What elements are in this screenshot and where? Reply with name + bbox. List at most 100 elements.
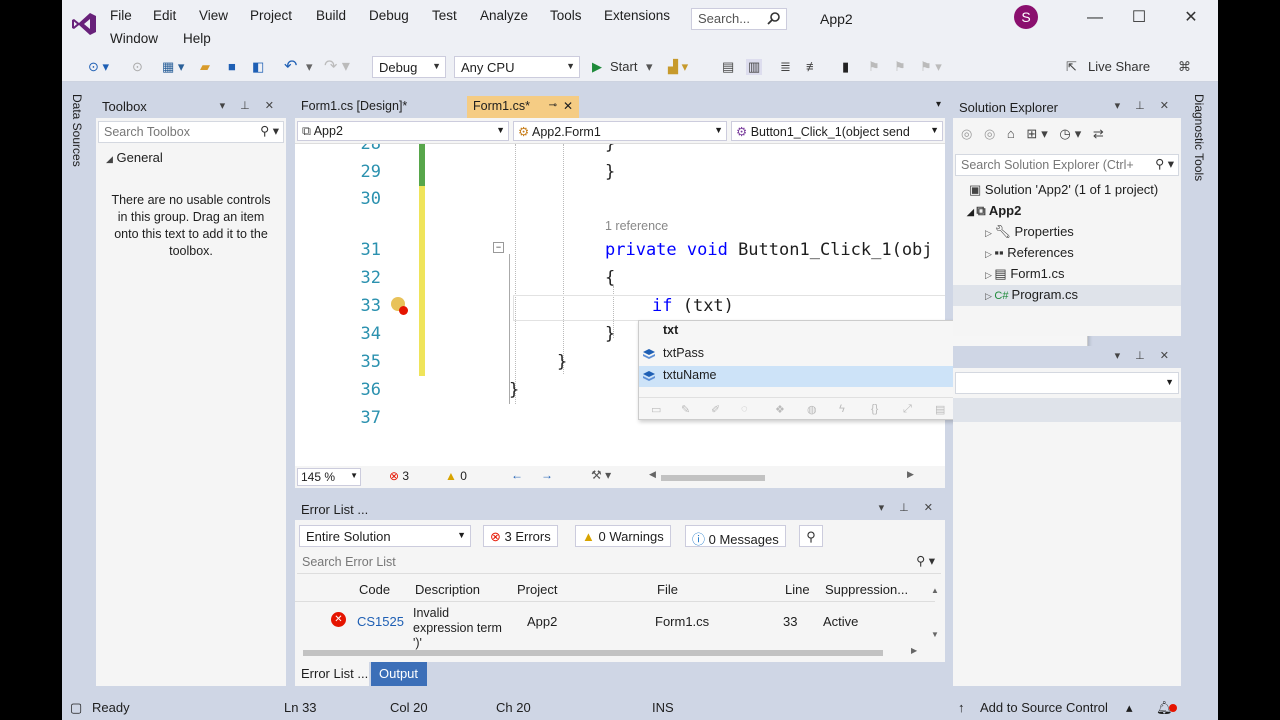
search-box[interactable]: Search... [691, 8, 787, 30]
configuration-dropdown[interactable]: Debug ▼ [372, 56, 446, 78]
tree-item-form1[interactable]: ▷ ▤ Form1.cs [985, 266, 1065, 282]
warning-indicator[interactable]: ▲ 0 [445, 469, 467, 483]
solution-search-input[interactable]: Search Solution Explorer (Ctrl+ ⚲ ▾ [955, 154, 1179, 176]
column-suppression[interactable]: Suppression... [825, 582, 908, 597]
error-code-link[interactable]: CS1525 [357, 614, 404, 629]
tab-form1-cs[interactable]: Form1.cs* ⊸ ✕ [467, 96, 579, 118]
bookmark-clear-icon[interactable]: ⚑ ▾ [920, 59, 942, 75]
filter-class-icon[interactable]: ❖ [775, 403, 785, 416]
project-dropdown[interactable]: ⧉ App2 ▼ [297, 121, 509, 141]
scroll-right-icon[interactable]: ▶ [911, 646, 917, 655]
filter-namespace-icon[interactable]: ▭ [651, 403, 661, 416]
panel-controls-icon[interactable]: ▾ ⊥ ✕ [220, 99, 280, 112]
menu-analyze[interactable]: Analyze [480, 8, 528, 23]
redo-icon[interactable]: ↷ ▾ [324, 56, 350, 76]
warnings-filter-button[interactable]: ▲ 0 Warnings [575, 525, 671, 547]
filter-module-icon[interactable]: ⤢ [903, 403, 912, 416]
collapse-icon[interactable]: − [493, 242, 504, 253]
undo-icon[interactable]: ↶ [284, 56, 297, 76]
errors-filter-button[interactable]: ⊗ 3 Errors [483, 525, 558, 547]
pin-icon[interactable]: ⊸ [549, 100, 557, 111]
notifications-bell-icon[interactable]: 🔔︎ [1156, 700, 1177, 716]
build-filter-button[interactable]: ⚲ [799, 525, 823, 547]
horizontal-scrollbar-thumb[interactable] [661, 475, 765, 481]
menu-test[interactable]: Test [432, 8, 457, 23]
toolbar-icon-1[interactable]: ▤ [722, 59, 734, 75]
navigate-forward-icon[interactable]: ⊙ [132, 59, 143, 75]
save-all-icon[interactable]: ◧ [252, 59, 264, 75]
panel-controls-icon[interactable]: ▾ ⊥ ✕ [879, 501, 939, 514]
filter-property-icon[interactable]: ✎ [681, 403, 690, 416]
column-line[interactable]: Line [785, 582, 810, 597]
filter-braces-icon[interactable]: {} [871, 403, 878, 415]
column-file[interactable]: File [657, 582, 678, 597]
attach-icon[interactable]: ▟ ▾ [668, 59, 688, 75]
menu-file[interactable]: File [110, 8, 132, 23]
column-code[interactable]: Code [359, 582, 390, 597]
menu-window[interactable]: Window [110, 31, 158, 46]
tab-overflow-icon[interactable]: ▾ [936, 99, 941, 110]
menu-help[interactable]: Help [183, 31, 211, 46]
scroll-right-icon[interactable]: ▶ [907, 469, 914, 480]
error-indicator[interactable]: ⊗ 3 [389, 469, 409, 483]
bookmark-icon[interactable]: ▮ [842, 59, 849, 75]
bookmark-prev-icon[interactable]: ⚑ [868, 59, 880, 75]
zoom-dropdown[interactable]: 145 % ▼ [297, 468, 361, 486]
cleanup-icon[interactable]: ⚒ ▾ [591, 468, 611, 482]
toolbox-search-input[interactable]: Search Toolbox ⚲ ▾ [98, 121, 284, 143]
minimize-icon[interactable]: — [1080, 6, 1110, 30]
table-row[interactable]: ✕ CS1525 Invalid expression term ')' App… [295, 602, 925, 650]
diagnostic-tools-tab[interactable]: Diagnostic Tools [1192, 94, 1206, 181]
close-tab-icon[interactable]: ✕ [563, 99, 573, 113]
toolbox-group-general[interactable]: ◢ General [106, 150, 163, 165]
scope-dropdown[interactable]: Entire Solution ▼ [299, 525, 471, 547]
comment-icon[interactable]: ≣ [780, 59, 791, 75]
platform-dropdown[interactable]: Any CPU ▼ [454, 56, 580, 78]
menu-extensions[interactable]: Extensions [604, 8, 670, 23]
scroll-down-icon[interactable]: ▼ [931, 630, 939, 639]
feedback-icon[interactable]: ⌘ [1178, 59, 1191, 75]
vertical-scrollbar[interactable]: ▲ ▼ [931, 586, 941, 646]
nav-forward-icon[interactable]: → [541, 468, 553, 482]
start-button[interactable]: Start [610, 59, 637, 74]
tab-error-list[interactable]: Error List ... [295, 662, 369, 686]
horizontal-scrollbar-thumb[interactable] [303, 650, 883, 656]
live-share-button[interactable]: Live Share [1088, 59, 1150, 74]
codelens-reference[interactable]: 1 reference [605, 219, 668, 233]
panel-controls-icon[interactable]: ▾ ⊥ ✕ [1115, 349, 1175, 362]
filter-event-icon[interactable]: ◌ [741, 403, 748, 415]
member-dropdown[interactable]: ⚙ Button1_Click_1(object send ▼ [731, 121, 943, 141]
start-play-icon[interactable]: ▶ [592, 59, 602, 75]
undo-dropdown-icon[interactable]: ▾ [306, 59, 313, 75]
properties-object-dropdown[interactable]: ▼ [955, 372, 1179, 394]
filter-enum-icon[interactable]: ▤ [935, 403, 945, 416]
uncomment-icon[interactable]: ≢ [806, 59, 819, 74]
bookmark-next-icon[interactable]: ⚑ [894, 59, 906, 75]
data-sources-tab[interactable]: Data Sources [70, 94, 84, 167]
menu-tools[interactable]: Tools [550, 8, 582, 23]
scroll-up-icon[interactable]: ▲ [931, 586, 939, 595]
menu-view[interactable]: View [199, 8, 228, 23]
menu-project[interactable]: Project [250, 8, 292, 23]
column-description[interactable]: Description [415, 582, 480, 597]
tree-item-program[interactable]: ▷ C# Program.cs [953, 285, 1181, 306]
user-avatar[interactable]: S [1014, 5, 1038, 29]
menu-debug[interactable]: Debug [369, 8, 409, 23]
tab-form1-design[interactable]: Form1.cs [Design]* [295, 96, 461, 118]
tab-output[interactable]: Output [371, 662, 427, 686]
column-project[interactable]: Project [517, 582, 557, 597]
nav-back-icon[interactable]: ← [511, 468, 523, 482]
add-to-source-control-button[interactable]: Add to Source Control [980, 700, 1108, 715]
save-icon[interactable]: ■ [228, 59, 236, 74]
filter-struct-icon[interactable]: ◍ [807, 403, 817, 416]
close-icon[interactable]: ✕ [1176, 6, 1206, 30]
scroll-left-icon[interactable]: ◀ [649, 469, 656, 480]
filter-event2-icon[interactable]: ϟ [839, 403, 845, 415]
maximize-icon[interactable]: ☐ [1124, 6, 1154, 30]
menu-edit[interactable]: Edit [153, 8, 176, 23]
status-insert-mode[interactable]: INS [652, 700, 674, 715]
toolbar-icon-2[interactable]: ▥ [746, 59, 763, 75]
panel-controls-icon[interactable]: ▾ ⊥ ✕ [1115, 99, 1175, 112]
menu-build[interactable]: Build [316, 8, 346, 23]
start-dropdown-icon[interactable]: ▾ [646, 59, 653, 75]
